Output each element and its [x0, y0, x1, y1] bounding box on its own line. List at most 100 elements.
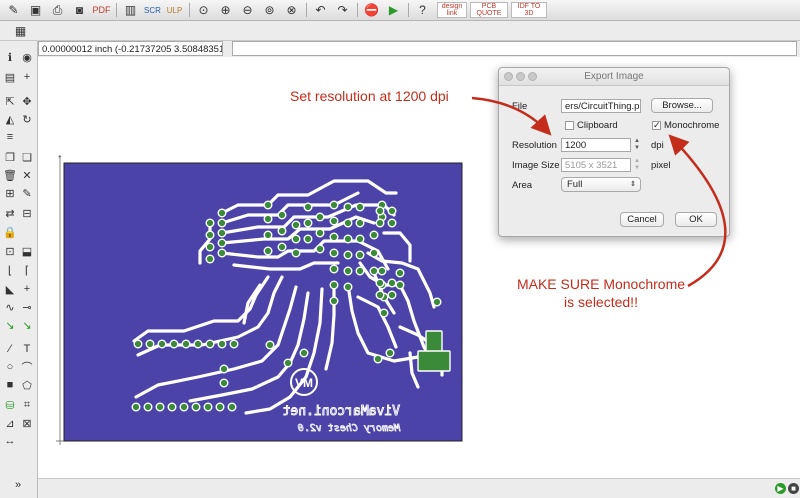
- autoroute-icon[interactable]: ↘: [19, 317, 35, 333]
- design-link-logo[interactable]: design link: [437, 2, 467, 18]
- bend-icon[interactable]: ⌈: [19, 262, 35, 278]
- align-icon[interactable]: ≡: [2, 129, 18, 145]
- area-select-value: Full: [567, 179, 583, 190]
- toolbar-separator: [408, 3, 409, 17]
- toolbar-separator: [189, 3, 190, 17]
- save-icon[interactable]: ▣: [25, 1, 46, 19]
- cancel-button[interactable]: Cancel: [620, 212, 664, 227]
- zoom-redraw-icon[interactable]: ⊚: [259, 1, 280, 19]
- new-file-icon[interactable]: ✎: [3, 1, 24, 19]
- silkscreen-product: Memory Chest v2.0: [298, 423, 401, 434]
- toolbar-separator: [306, 3, 307, 17]
- pdf-icon[interactable]: PDF: [91, 1, 112, 19]
- resolution-label: Resolution: [512, 140, 557, 151]
- drc-icon[interactable]: ⊠: [19, 415, 35, 431]
- route-icon[interactable]: ⬓: [19, 243, 35, 259]
- idf-logo[interactable]: IDF TO 3D: [511, 2, 547, 18]
- status-bar: ▶ ■: [38, 478, 800, 498]
- wrench-icon[interactable]: ✕: [19, 167, 35, 183]
- change-icon[interactable]: ✎: [19, 185, 35, 201]
- move-icon[interactable]: ⇱: [2, 93, 18, 109]
- layers-icon[interactable]: ▤: [2, 69, 18, 85]
- ok-button[interactable]: OK: [675, 212, 717, 227]
- svg-text:+: +: [58, 155, 62, 161]
- hole-icon[interactable]: ⛁: [2, 397, 18, 413]
- copy-icon[interactable]: ❐: [2, 149, 18, 165]
- image-size-field: 5105 x 3521: [561, 158, 631, 172]
- monochrome-check-mark: ✓: [653, 120, 661, 130]
- zoom-fit-icon[interactable]: ⊙: [193, 1, 214, 19]
- clipboard-checkbox[interactable]: [565, 121, 574, 130]
- resolution-stepper[interactable]: ▲ ▼: [633, 138, 641, 152]
- erc-icon[interactable]: ⊿: [2, 415, 18, 431]
- image-size-stepper: ▲ ▼: [634, 158, 640, 171]
- parts-icon[interactable]: ▥: [120, 1, 141, 19]
- optimize-icon[interactable]: ⊡: [2, 243, 18, 259]
- clipboard-label: Clipboard: [577, 120, 618, 131]
- maximize-window-icon[interactable]: [528, 72, 537, 81]
- measure-icon[interactable]: ↔: [2, 433, 18, 449]
- rotate-icon[interactable]: ↻: [19, 111, 35, 127]
- lock-icon[interactable]: 🔒: [2, 224, 18, 240]
- circle-icon[interactable]: ○: [2, 359, 18, 375]
- print-icon[interactable]: ⎙: [47, 1, 68, 19]
- info-icon[interactable]: ℹ: [2, 49, 18, 65]
- add-icon[interactable]: +: [19, 281, 35, 297]
- camera-icon[interactable]: ◙: [69, 1, 90, 19]
- zoom-out-icon[interactable]: ⊖: [237, 1, 258, 19]
- area-label: Area: [512, 180, 533, 191]
- pcb-quote-logo[interactable]: PCB QUOTE: [470, 2, 508, 18]
- paste-icon[interactable]: ❏: [19, 149, 35, 165]
- toolbar-separator: [357, 3, 358, 17]
- via-icon[interactable]: ⊸: [19, 299, 35, 315]
- stop-icon[interactable]: ⛔: [361, 1, 382, 19]
- rectangle-icon[interactable]: ■: [2, 377, 18, 393]
- close-window-icon[interactable]: [504, 72, 513, 81]
- grid-icon[interactable]: ▦: [10, 22, 31, 40]
- text-icon[interactable]: T: [19, 341, 35, 357]
- route-trace-icon[interactable]: ↘: [2, 317, 18, 333]
- miter-icon[interactable]: ⌊: [2, 262, 18, 278]
- resolution-unit: dpi: [651, 140, 664, 151]
- group-icon[interactable]: ⊞: [2, 185, 18, 201]
- ulp-icon[interactable]: ULP: [164, 1, 185, 19]
- monochrome-label: Monochrome: [664, 120, 720, 131]
- line-icon[interactable]: ∕: [2, 341, 18, 357]
- help-icon[interactable]: ?: [412, 1, 433, 19]
- polygon-icon[interactable]: ⬠: [19, 377, 35, 393]
- expand-icon[interactable]: »: [10, 477, 26, 493]
- stop-status-icon: ■: [788, 483, 799, 494]
- split-icon[interactable]: ⊟: [19, 205, 35, 221]
- eye-icon[interactable]: ◉: [19, 49, 35, 65]
- dialog-titlebar: Export Image: [499, 68, 729, 86]
- board-logo-text: VM: [295, 376, 313, 390]
- dimension-icon[interactable]: ⌗: [19, 397, 35, 413]
- command-line-input[interactable]: [232, 41, 797, 56]
- mirror-icon[interactable]: ◭: [2, 111, 18, 127]
- scr-icon[interactable]: SCR: [142, 1, 163, 19]
- file-label: File: [512, 101, 528, 112]
- resolution-field[interactable]: 1200: [561, 138, 631, 152]
- area-select[interactable]: Full ⇕: [561, 177, 641, 192]
- monochrome-checkbox[interactable]: ✓: [652, 121, 661, 130]
- file-path-field[interactable]: ers/CircuitThing.png: [561, 99, 641, 113]
- secondary-toolbar: ▦: [0, 21, 800, 41]
- resolution-annotation: Set resolution at 1200 dpi: [290, 88, 449, 104]
- browse-button[interactable]: Browse...: [651, 98, 713, 113]
- signal-icon[interactable]: ∿: [2, 299, 18, 315]
- pan-icon[interactable]: ✥: [19, 93, 35, 109]
- delete-icon[interactable]: 🗑: [2, 167, 18, 183]
- toolbar-separator: [116, 3, 117, 17]
- ripup-icon[interactable]: ◣: [2, 281, 18, 297]
- export-image-dialog: Export Image File ers/CircuitThing.png B…: [498, 67, 730, 237]
- minimize-window-icon[interactable]: [516, 72, 525, 81]
- arc-icon[interactable]: ⌒: [19, 359, 35, 375]
- zoom-area-icon[interactable]: ⊗: [281, 1, 302, 19]
- zoom-in-icon[interactable]: ⊕: [215, 1, 236, 19]
- redo-icon[interactable]: ↷: [332, 1, 353, 19]
- dialog-title: Export Image: [584, 71, 644, 82]
- undo-icon[interactable]: ↶: [310, 1, 331, 19]
- go-icon[interactable]: ▶: [383, 1, 404, 19]
- mark-icon[interactable]: +: [19, 69, 35, 85]
- swap-icon[interactable]: ⇄: [2, 205, 18, 221]
